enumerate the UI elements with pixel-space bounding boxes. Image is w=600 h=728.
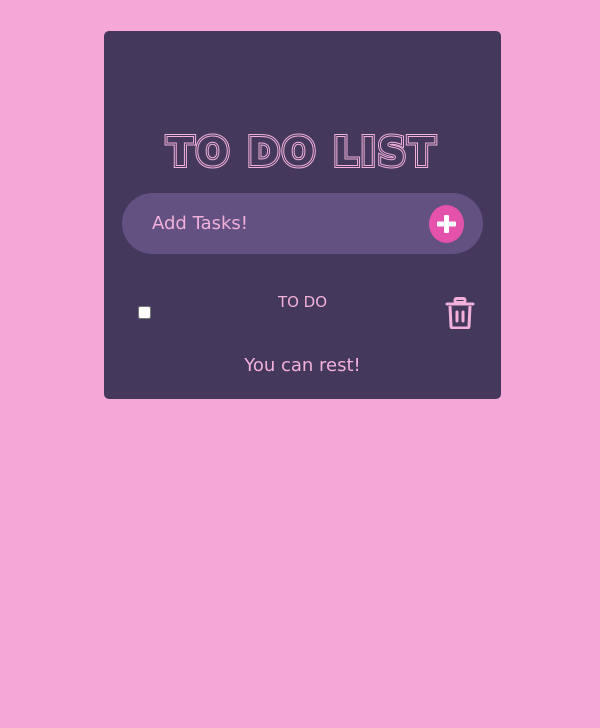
empty-state-message: You can rest! [244,355,361,376]
app-title: TO DO LIST TO DO LIST TO DO LIST TO DO L… [104,121,501,181]
plus-icon [437,215,456,233]
trash-icon [445,297,475,330]
add-task-bar [122,193,483,254]
todo-card: TO DO LIST TO DO LIST TO DO LIST TO DO L… [104,31,501,399]
add-task-button[interactable] [429,205,464,243]
add-task-input[interactable] [152,193,422,254]
delete-todo-button[interactable] [445,297,475,330]
app-title-fill: TO DO LIST [167,130,437,174]
todo-item-text: TO DO [277,293,328,311]
todo-item: TO DO [104,286,501,336]
